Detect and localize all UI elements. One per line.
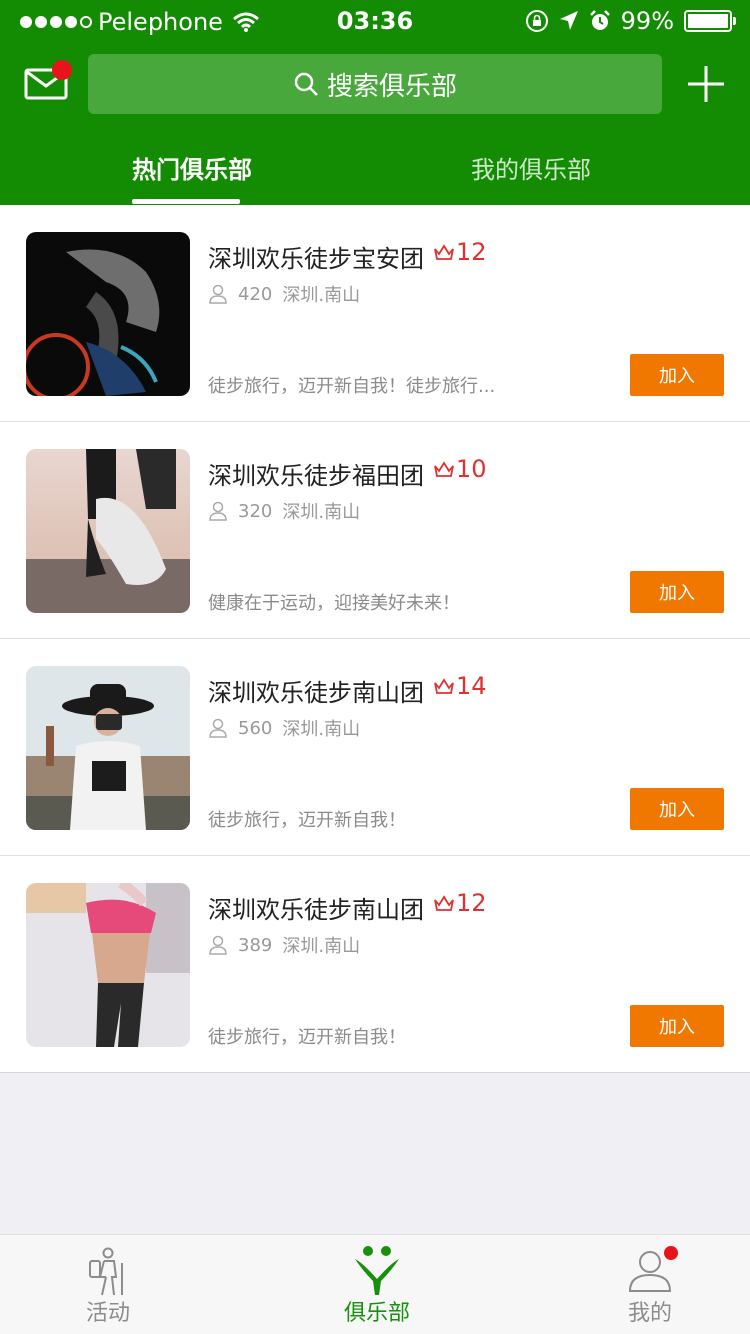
- member-icon: [209, 935, 227, 955]
- club-description: 徒步旅行，迈开新自我！: [208, 810, 406, 831]
- club-name: 深圳欢乐徒步福田团: [208, 462, 424, 490]
- join-button[interactable]: 加入: [630, 1005, 724, 1047]
- club-level: 12: [456, 889, 487, 917]
- club-thumbnail: [26, 666, 190, 830]
- bottom-tab-bar: 活动 俱乐部 我的: [0, 1234, 750, 1334]
- club-name: 深圳欢乐徒步南山团: [208, 679, 424, 707]
- club-list-item[interactable]: 深圳欢乐徒步宝安团 12 420 深圳.南山 徒步旅行，迈开新自我！徒步旅行..…: [0, 205, 750, 422]
- crown-icon: [434, 678, 454, 694]
- club-location: 深圳.南山: [282, 285, 361, 306]
- member-count: 389: [238, 934, 273, 956]
- club-meta: 320 深圳.南山: [208, 498, 360, 524]
- battery-percent: 99%: [620, 7, 674, 35]
- search-input[interactable]: 搜索俱乐部: [88, 54, 662, 114]
- tab-club-label: 俱乐部: [343, 1301, 410, 1326]
- tab-club[interactable]: 俱乐部: [332, 1235, 422, 1334]
- active-tab-indicator: [132, 199, 240, 204]
- club-location: 深圳.南山: [282, 502, 361, 523]
- tab-mine-label: 我的: [627, 1301, 672, 1326]
- search-icon: [294, 72, 318, 96]
- club-list-item[interactable]: 深圳欢乐徒步南山团 12 389 深圳.南山 徒步旅行，迈开新自我！ 加入: [0, 856, 750, 1073]
- tab-activity[interactable]: 活动: [68, 1235, 148, 1334]
- join-button[interactable]: 加入: [630, 788, 724, 830]
- battery-icon: [684, 10, 736, 32]
- club-thumbnail: [26, 449, 190, 613]
- club-location: 深圳.南山: [282, 936, 361, 957]
- club-meta: 420 深圳.南山: [208, 281, 360, 307]
- tab-hot-clubs[interactable]: 热门俱乐部: [132, 150, 252, 186]
- club-level: 12: [456, 238, 487, 266]
- tab-my-clubs[interactable]: 我的俱乐部: [471, 150, 593, 186]
- club-thumbnail: [26, 232, 190, 396]
- member-icon: [209, 284, 227, 304]
- club-meta: 560 深圳.南山: [208, 715, 360, 741]
- crown-icon: [434, 244, 454, 260]
- club-thumbnail: [26, 883, 190, 1047]
- member-icon: [209, 718, 227, 738]
- tab-mine[interactable]: 我的: [610, 1235, 690, 1334]
- hiker-icon: [89, 1247, 123, 1296]
- club-description: 健康在于运动，迎接美好未来！: [208, 593, 460, 614]
- alarm-icon: [589, 10, 610, 30]
- battery-fill: [688, 14, 728, 28]
- profile-badge: [664, 1246, 678, 1260]
- club-icon: [355, 1246, 399, 1295]
- club-list: 深圳欢乐徒步宝安团 12 420 深圳.南山 徒步旅行，迈开新自我！徒步旅行..…: [0, 205, 750, 1073]
- status-bar: Pelephone 03:36 99%: [0, 0, 750, 44]
- rotation-lock-icon: [525, 10, 548, 32]
- tab-activity-label: 活动: [85, 1301, 130, 1326]
- club-location: 深圳.南山: [282, 719, 361, 740]
- member-count: 420: [238, 283, 273, 305]
- club-name: 深圳欢乐徒步南山团: [208, 896, 424, 924]
- add-icon[interactable]: [686, 64, 726, 104]
- join-button[interactable]: 加入: [630, 354, 724, 396]
- club-level: 10: [456, 455, 487, 483]
- club-description: 徒步旅行，迈开新自我！徒步旅行...: [208, 376, 496, 397]
- club-meta: 389 深圳.南山: [208, 932, 360, 958]
- club-level: 14: [456, 672, 487, 700]
- club-list-item[interactable]: 深圳欢乐徒步南山团 14 560 深圳.南山 徒步旅行，迈开新自我！ 加入: [0, 639, 750, 856]
- status-right: 99%: [525, 7, 736, 35]
- member-count: 560: [238, 717, 273, 739]
- member-count: 320: [238, 500, 273, 522]
- club-description: 徒步旅行，迈开新自我！: [208, 1027, 406, 1048]
- mail-badge: [52, 60, 72, 80]
- club-list-item[interactable]: 深圳欢乐徒步福田团 10 320 深圳.南山 健康在于运动，迎接美好未来！ 加入: [0, 422, 750, 639]
- join-button[interactable]: 加入: [630, 571, 724, 613]
- crown-icon: [434, 461, 454, 477]
- location-arrow-icon: [559, 11, 578, 30]
- member-icon: [209, 501, 227, 521]
- search-placeholder: 搜索俱乐部: [326, 71, 457, 102]
- crown-icon: [434, 895, 454, 911]
- club-name: 深圳欢乐徒步宝安团: [208, 245, 424, 273]
